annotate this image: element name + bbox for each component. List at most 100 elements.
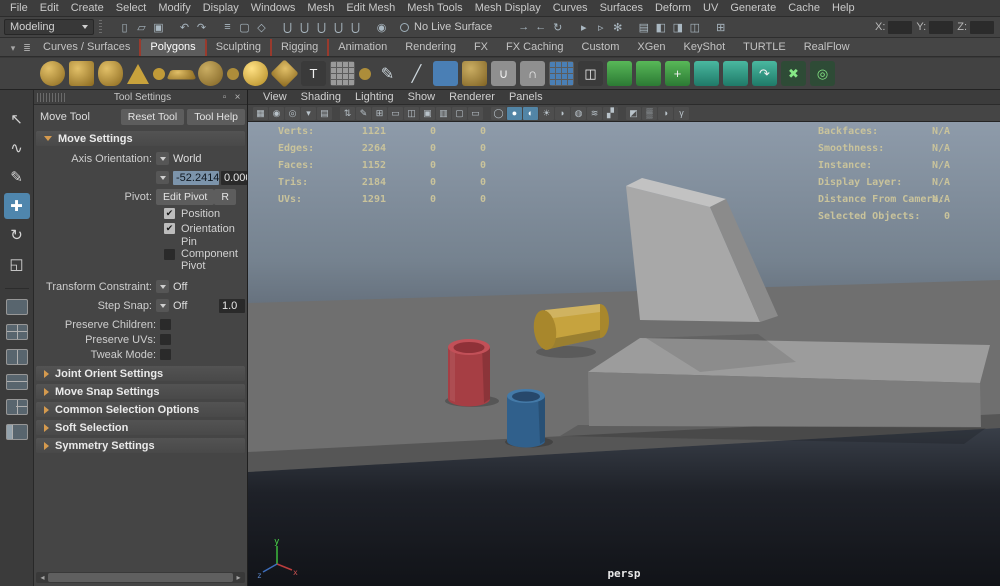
Mesh Display[interactable]: Mesh Display [469, 0, 547, 16]
quad-draw-icon[interactable] [607, 61, 632, 86]
save-scene-icon[interactable]: ▣ [150, 19, 167, 35]
scroll-left-icon[interactable]: ◂ [37, 572, 48, 583]
Panels[interactable]: Panels [502, 91, 550, 103]
checkbox[interactable] [164, 223, 175, 234]
Joint Orient Settings[interactable]: Joint Orient Settings [36, 366, 245, 381]
knife-tool-icon[interactable]: ╱ [404, 61, 429, 86]
move-tool[interactable]: ✚ [3, 193, 30, 219]
horizontal-scrollbar[interactable]: ◂ ▸ [36, 572, 245, 583]
UV[interactable]: UV [697, 0, 724, 16]
redo-icon[interactable]: ↷ [193, 19, 210, 35]
grid-icon[interactable]: ⊞ [372, 106, 387, 120]
TURTLE[interactable]: TURTLE [734, 39, 795, 56]
separator[interactable] [619, 107, 625, 120]
lattice-icon[interactable] [549, 61, 574, 86]
layers-icon[interactable] [433, 61, 458, 86]
make-live-icon[interactable]: ◉ [373, 19, 390, 35]
Custom[interactable]: Custom [573, 39, 629, 56]
panel-grip-icon[interactable] [37, 92, 67, 102]
coordinate-input[interactable] [888, 20, 913, 34]
sidebar-attribute-editor-icon[interactable]: ◧ [652, 19, 669, 35]
Animation[interactable]: Animation [329, 39, 396, 56]
Curves / Surfaces[interactable]: Curves / Surfaces [34, 39, 142, 56]
checkbox[interactable] [164, 248, 175, 260]
bridge-icon[interactable] [723, 61, 748, 86]
new-scene-icon[interactable]: ▯ [116, 19, 133, 35]
Surfaces[interactable]: Surfaces [594, 0, 649, 16]
connect-icon[interactable]: ↷ [752, 61, 777, 86]
2d-pan-zoom-icon[interactable]: ⇅ [340, 106, 355, 120]
grease-pencil-icon[interactable]: ✎ [356, 106, 371, 120]
tool-settings-header[interactable]: Tool Settings ▫ × [34, 90, 247, 105]
Lighting[interactable]: Lighting [348, 91, 401, 103]
wire-sphere-icon[interactable] [359, 67, 371, 80]
reset-tool-button[interactable]: Reset Tool [120, 109, 185, 125]
shadows-icon[interactable]: ◗ [555, 106, 570, 120]
camera-attributes-icon[interactable]: ◎ [285, 106, 300, 120]
transform-constraint-dropdown[interactable] [156, 280, 169, 293]
Shading[interactable]: Shading [294, 91, 348, 103]
Mesh[interactable]: Mesh [301, 0, 340, 16]
target-weld-icon[interactable]: ◎ [810, 61, 835, 86]
sidebar-tool-settings-icon[interactable]: ◨ [669, 19, 686, 35]
undo-icon[interactable]: ↶ [176, 19, 193, 35]
render-current-frame-icon[interactable]: ▸ [575, 19, 592, 35]
Soft Selection[interactable]: Soft Selection [36, 420, 245, 435]
Cache[interactable]: Cache [782, 0, 826, 16]
step-snap-size-field[interactable]: 1.0 [219, 298, 245, 313]
wireframe-icon[interactable]: ◯ [491, 106, 506, 120]
layout-three-pane[interactable] [5, 399, 28, 415]
menu-set-dropdown[interactable]: Modeling [4, 19, 94, 35]
construction-history-icon[interactable]: ↻ [549, 19, 566, 35]
Help[interactable]: Help [826, 0, 861, 16]
statusline-grip[interactable] [99, 20, 102, 34]
layout-two-pane-stacked[interactable] [5, 374, 28, 390]
film-gate-icon[interactable]: ▭ [388, 106, 403, 120]
create-polygon-icon[interactable] [636, 61, 661, 86]
Deform[interactable]: Deform [649, 0, 697, 16]
shaded-icon[interactable]: ● [507, 106, 522, 120]
snap-to-view-plane-icon[interactable]: ⋃ [347, 19, 364, 35]
FX[interactable]: FX [465, 39, 497, 56]
select-by-component-icon[interactable]: ◇ [253, 19, 270, 35]
poly-text-icon[interactable]: T [301, 61, 326, 86]
Mesh Tools[interactable]: Mesh Tools [401, 0, 468, 16]
poly-pipe-icon[interactable] [227, 67, 239, 80]
curve-pencil-icon[interactable]: ✎ [375, 61, 400, 86]
safe-title-icon[interactable]: ▭ [468, 106, 483, 120]
Edit Mesh[interactable]: Edit Mesh [340, 0, 401, 16]
Renderer[interactable]: Renderer [442, 91, 502, 103]
Move Snap Settings[interactable]: Move Snap Settings [36, 384, 245, 399]
use-all-lights-icon[interactable]: ☀ [539, 106, 554, 120]
boolean-difference-icon[interactable]: ∩ [520, 61, 545, 86]
multi-cut-icon[interactable]: ✖ [781, 61, 806, 86]
safe-action-icon[interactable]: ▢ [452, 106, 467, 120]
axis-orientation-dropdown[interactable] [156, 152, 169, 165]
select-camera-icon[interactable]: ▦ [253, 106, 268, 120]
Symmetry Settings[interactable]: Symmetry Settings [36, 438, 245, 453]
Generate[interactable]: Generate [724, 0, 782, 16]
separator[interactable] [333, 107, 339, 120]
bookmarks-icon[interactable]: ▾ [301, 106, 316, 120]
edit-pivot-button[interactable]: Edit Pivot [156, 188, 215, 205]
KeyShot[interactable]: KeyShot [675, 39, 735, 56]
exposure-icon[interactable]: ◑ [658, 106, 673, 120]
paint-select-tool[interactable]: ✎ [4, 164, 30, 190]
poly-cube-smooth-icon[interactable] [462, 61, 487, 86]
lock-camera-icon[interactable]: ◉ [269, 106, 284, 120]
step-snap-value[interactable]: Off [173, 300, 187, 312]
poly-cone-icon[interactable] [127, 63, 149, 84]
Rigging[interactable]: Rigging [272, 39, 330, 56]
poly-disc-icon[interactable] [198, 61, 223, 86]
scrollbar-thumb[interactable] [48, 573, 233, 582]
step-snap-dropdown[interactable] [156, 299, 169, 312]
Show[interactable]: Show [401, 91, 443, 103]
move-y-field[interactable]: 0.0000 [221, 170, 247, 185]
sidebar-channel-box-icon[interactable]: ◫ [686, 19, 703, 35]
append-polygon-icon[interactable] [694, 61, 719, 86]
poly-plane-icon[interactable] [166, 69, 197, 79]
sculpt-sphere-icon[interactable] [243, 61, 268, 86]
move-x-field[interactable]: -52.2414 [173, 170, 219, 185]
poly-cylinder-icon[interactable] [98, 61, 123, 86]
Display[interactable]: Display [197, 0, 245, 16]
